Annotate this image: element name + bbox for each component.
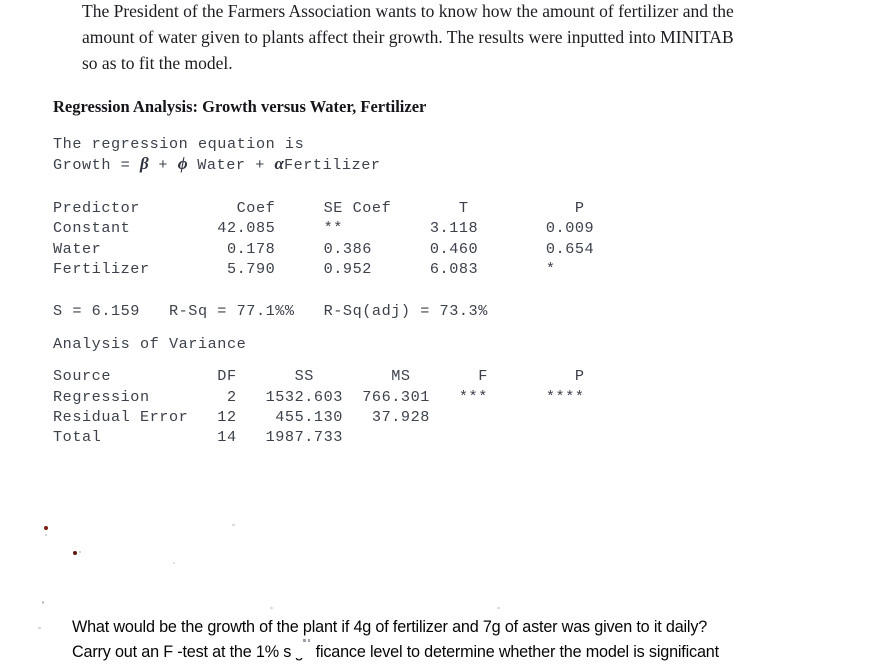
- minitab-report: Regression Analysis: Growth versus Water…: [53, 96, 843, 448]
- question-line-1: What would be the growth of the plant if…: [72, 618, 708, 636]
- intro-line-1: The President of the Farmers Association…: [82, 1, 734, 21]
- equation-prefix: Growth =: [53, 156, 140, 175]
- scan-speck: [270, 607, 273, 609]
- alpha-symbol: α: [274, 154, 284, 174]
- scan-speck: [38, 627, 41, 629]
- intro-line-3: so as to fit the model.: [82, 53, 233, 73]
- question-line-2: Carry out an F -test at the 1% significa…: [72, 643, 719, 661]
- equation-plus: +: [148, 156, 178, 175]
- equation-intro: The regression equation is: [53, 135, 305, 153]
- regression-equation: Growth = β + ϕ Water + αFertilizer: [53, 154, 843, 175]
- scan-speck: [44, 526, 48, 530]
- predictor-table-row: Water 0.178 0.386 0.460 0.654: [53, 239, 595, 258]
- scan-speck: [45, 534, 47, 536]
- intro-paragraph: The President of the Farmers Association…: [82, 0, 854, 76]
- equation-fertilizer-term: Fertilizer: [283, 156, 381, 175]
- anova-title: Analysis of Variance: [53, 334, 247, 353]
- scan-speck: [232, 524, 235, 526]
- anova-table-row: Regression 2 1532.603 766.301 *** ****: [53, 387, 585, 406]
- model-summary-line: S = 6.159 R-Sq = 77.1%% R-Sq(adj) = 73.3…: [53, 302, 488, 321]
- report-heading: Regression Analysis: Growth versus Water…: [53, 97, 427, 116]
- predictor-table-header: Predictor Coef SE Coef T P: [53, 198, 585, 217]
- scan-speck: [73, 551, 77, 555]
- anova-table-row: Residual Error 12 455.130 37.928: [53, 408, 430, 427]
- occlusion-speck: [308, 639, 310, 642]
- occlusion-speck: [303, 639, 306, 642]
- predictor-table-row: Fertilizer 5.790 0.952 6.083 *: [53, 260, 556, 279]
- beta-symbol: β: [139, 154, 149, 174]
- scan-speck: [173, 562, 175, 564]
- question-block: What would be the growth of the plant if…: [72, 615, 862, 665]
- scan-speck: [42, 601, 44, 604]
- equation-water-term: Water +: [187, 156, 275, 175]
- anova-table-header: Source DF SS MS F P: [53, 367, 585, 386]
- phi-symbol: ϕ: [177, 154, 188, 174]
- anova-table-row: Total 14 1987.733: [53, 428, 343, 447]
- scan-speck: [79, 551, 81, 553]
- scan-speck: [497, 607, 500, 609]
- intro-line-2: amount of water given to plants affect t…: [82, 27, 734, 47]
- predictor-table-row: Constant 42.085 ** 3.118 0.009: [53, 219, 595, 238]
